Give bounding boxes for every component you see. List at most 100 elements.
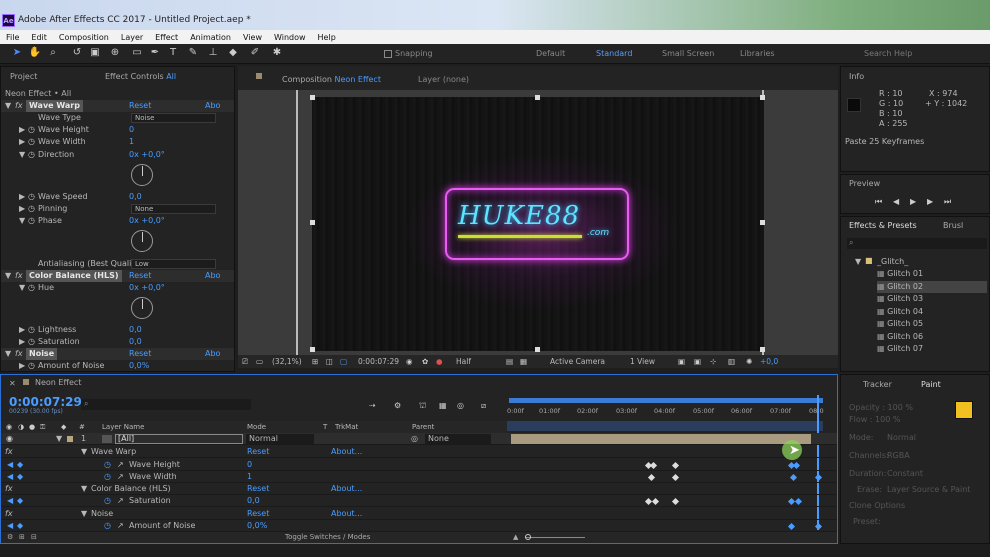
resolution-dropdown[interactable]: Half	[456, 355, 471, 368]
tab-preview[interactable]: Preview	[849, 179, 880, 188]
direction-dial[interactable]	[131, 164, 153, 186]
tab-info[interactable]: Info	[849, 72, 864, 81]
menu-view[interactable]: View	[237, 33, 268, 42]
stopwatch-icon[interactable]: ◷	[104, 459, 111, 471]
chevron-right-icon[interactable]: ▶	[19, 203, 25, 215]
first-frame-icon[interactable]: ⏮	[875, 197, 882, 207]
brush-color-swatch[interactable]	[955, 401, 973, 419]
hand-tool-icon[interactable]: ✋	[28, 46, 42, 60]
play-icon[interactable]: ▶	[910, 197, 916, 206]
graph-editor-icon[interactable]: ⧄	[481, 401, 486, 411]
render-time-icon[interactable]: ⚙	[7, 532, 13, 543]
flowchart-icon[interactable]: ⊹	[710, 355, 716, 368]
hue-dial[interactable]	[131, 297, 153, 319]
tab-brushes[interactable]: Brusl	[943, 221, 963, 230]
stopwatch-icon[interactable]: ◷	[28, 149, 35, 161]
keyframe-toggle-icon[interactable]: ◆	[17, 520, 23, 532]
motion-blur-icon[interactable]: ◎	[457, 401, 464, 410]
draft-3d-icon[interactable]: ⚙	[394, 401, 401, 410]
keyframe[interactable]	[671, 461, 680, 470]
list-item[interactable]: ▦ Glitch 06	[877, 331, 987, 344]
transform-handle[interactable]	[535, 95, 540, 100]
prev-keyframe-icon[interactable]: ◀	[7, 495, 13, 507]
property-value[interactable]: 0,0%	[247, 520, 267, 532]
prev-frame-icon[interactable]: ◀	[893, 197, 899, 206]
stopwatch-icon[interactable]: ◷	[28, 191, 35, 203]
keyframe-toggle-icon[interactable]: ◆	[17, 495, 23, 507]
paint-channels-dropdown[interactable]: RGBA	[887, 451, 910, 460]
snapshot-icon[interactable]: ◉	[406, 355, 413, 368]
keyframe[interactable]	[649, 461, 658, 470]
about-link[interactable]: Abo	[205, 348, 220, 360]
stopwatch-icon[interactable]: ◷	[28, 336, 35, 348]
stopwatch-icon[interactable]: ◷	[104, 495, 111, 507]
transform-handle[interactable]	[760, 95, 765, 100]
effect-wave-warp-header[interactable]: ▼ fx Wave Warp Reset Abo	[1, 100, 234, 112]
property-value[interactable]: 1	[247, 471, 252, 483]
chevron-right-icon[interactable]: ▶	[19, 336, 25, 348]
prev-keyframe-icon[interactable]: ◀	[7, 471, 13, 483]
list-item[interactable]: ▦ Glitch 05	[877, 318, 987, 331]
camera-tool-icon[interactable]: ▣	[88, 46, 102, 60]
shy-icon[interactable]: ⛫	[419, 401, 426, 411]
pan-behind-tool-icon[interactable]: ⊕	[108, 46, 122, 60]
tab-layer[interactable]: Layer (none)	[418, 75, 469, 84]
layer-name[interactable]: [All]	[115, 434, 243, 444]
timeline-timecode[interactable]: 0:00:07:29	[9, 395, 82, 409]
composition-canvas[interactable]: HUKE88 .com	[312, 97, 764, 351]
chevron-down-icon[interactable]: ▼	[5, 270, 11, 282]
eraser-tool-icon[interactable]: ◆	[226, 46, 240, 60]
chevron-down-icon[interactable]: ▼	[81, 483, 87, 495]
keyframe[interactable]	[814, 522, 823, 531]
stopwatch-icon[interactable]: ◷	[28, 324, 35, 336]
stopwatch-icon[interactable]: ◷	[28, 282, 35, 294]
chevron-down-icon[interactable]: ▼	[855, 257, 861, 266]
transform-handle[interactable]	[535, 347, 540, 352]
keyframe[interactable]	[651, 497, 660, 506]
show-snapshot-icon[interactable]: ✿	[422, 355, 428, 368]
list-item[interactable]: ▦ Glitch 04	[877, 306, 987, 319]
channel-icon[interactable]: ●	[436, 355, 443, 368]
menu-layer[interactable]: Layer	[115, 33, 149, 42]
keyframe[interactable]	[792, 461, 801, 470]
workspace-standard[interactable]: Standard	[596, 49, 632, 58]
monitor-icon[interactable]: ▭	[256, 355, 263, 368]
paint-mode-dropdown[interactable]: Normal	[887, 433, 916, 442]
property-value[interactable]: 0	[247, 459, 252, 471]
prop-value[interactable]: 0x +0,0°	[129, 215, 165, 227]
transform-handle[interactable]	[760, 347, 765, 352]
fast-preview-icon[interactable]: ▤	[506, 355, 513, 368]
keyframe[interactable]	[671, 497, 680, 506]
tab-tracker[interactable]: Tracker	[863, 380, 892, 389]
table-row[interactable]: ◀ ◆ ◷ ↗ Saturation 0,0	[1, 495, 837, 507]
keyframe[interactable]	[814, 473, 823, 482]
prop-value[interactable]: 0,0	[129, 191, 142, 203]
about-link[interactable]: Abo	[205, 270, 220, 282]
keyframe[interactable]	[647, 473, 656, 482]
property-value[interactable]: 0,0	[247, 495, 260, 507]
table-row[interactable]: ◀ ◆ ◷ ↗ Wave Width 1	[1, 471, 837, 483]
table-row[interactable]: fx ▼ Wave Warp Reset About...	[1, 446, 837, 458]
chevron-down-icon[interactable]: ▼	[5, 348, 11, 360]
table-row[interactable]: fx ▼ Noise Reset About...	[1, 508, 837, 520]
fx-icon[interactable]: fx	[5, 483, 13, 495]
phase-dial[interactable]	[131, 230, 153, 252]
prop-value[interactable]: 0	[129, 124, 134, 136]
expand-modes-icon[interactable]: ⊟	[31, 532, 37, 543]
paint-duration-dropdown[interactable]: Constant	[887, 469, 923, 478]
list-item[interactable]: ▦ Glitch 01	[877, 268, 987, 281]
keyframe[interactable]	[794, 497, 803, 506]
zoom-slider-track[interactable]	[525, 537, 585, 538]
chevron-down-icon[interactable]: ▼	[19, 149, 25, 161]
fx-icon[interactable]: fx	[15, 348, 23, 360]
reset-link[interactable]: Reset	[247, 446, 269, 458]
reset-link[interactable]: Reset	[129, 270, 151, 282]
stopwatch-icon[interactable]: ◷	[28, 360, 35, 371]
camera-dropdown[interactable]: Active Camera	[550, 355, 605, 368]
table-row[interactable]: ◉ ▼ 1 [All] Normal ◎ None	[1, 433, 837, 445]
antialiasing-dropdown[interactable]: Low	[131, 259, 216, 269]
clone-options-header[interactable]: Clone Options	[849, 501, 905, 510]
workspace-default[interactable]: Default	[536, 49, 565, 58]
transparency-grid-icon[interactable]: ▦	[520, 355, 527, 368]
prop-value[interactable]: 1	[129, 136, 134, 148]
